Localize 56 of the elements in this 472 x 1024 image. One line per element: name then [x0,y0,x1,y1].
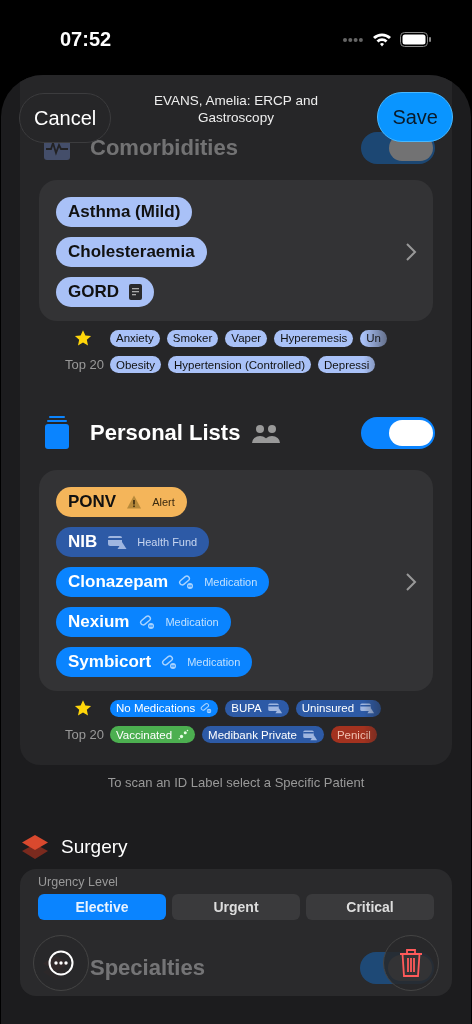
tag-chip[interactable]: Hyperemesis [274,329,354,347]
pill-icon [161,654,178,670]
window-title: EVANS, Amelia: ERCP and Gastroscopy [153,92,319,126]
toggle-switch[interactable] [361,132,435,164]
tag-chip[interactable]: Nexium Medication [56,607,231,637]
tag-chip[interactable]: NIB Health Fund [56,527,210,557]
more-icon [48,950,74,976]
tag-chip[interactable]: Vaper [225,329,268,347]
card-icon [266,702,283,714]
section-title: Surgery [61,836,128,858]
section-title: Personal Lists [90,420,241,446]
chevron-icon[interactable] [405,242,417,262]
tag-chip[interactable]: Anxiety [110,329,160,347]
signal-icon [342,36,364,43]
card-icon [359,702,376,714]
warning-icon [126,494,143,510]
sparkle-icon [177,728,190,741]
tag-chip[interactable]: BUPA [225,699,289,717]
tag-chip[interactable]: No Medications [110,699,219,717]
tag-chip[interactable]: Cholesteraemia [56,237,207,267]
tag-chip[interactable]: Uninsured [295,699,382,717]
tag-chip[interactable]: Asthma (Mild) [56,197,193,227]
star-icon [74,329,92,347]
tag-chip[interactable]: Symbicort Medication [56,647,253,677]
tag-chip[interactable]: GORD [56,277,154,307]
jar-icon [44,416,70,450]
quick-label: Top 20 [64,357,104,372]
card-icon [107,534,128,550]
people-icon [252,423,281,443]
tag-chip[interactable]: Hypertension (Controlled) [168,356,312,373]
pill-icon [200,702,213,714]
tag-chip[interactable]: Medibank Private [202,726,324,743]
quick-label: Top 20 [64,727,104,742]
card-icon [301,728,318,741]
battery-icon [400,32,432,47]
pill-icon [139,614,156,630]
trash-icon [399,948,423,978]
tag-chip[interactable]: Smoker [166,329,219,347]
field-label: Urgency Level [38,875,119,889]
layers-icon [21,834,49,860]
tag-chip[interactable]: Un [360,329,387,347]
wifi-icon [372,32,392,47]
tag-chip[interactable]: Clonazepam Medication [56,567,270,597]
toggle-switch[interactable] [361,417,435,449]
tag-chip[interactable]: Penicil [330,726,377,743]
clock-time: 07:52 [60,28,112,51]
section-title: Specialties [90,955,205,981]
scan-hint: To scan an ID Label select a Specific Patient [106,775,366,790]
tag-chip[interactable]: Depressi [318,356,376,373]
segment-tab[interactable]: Critical [306,894,434,920]
tag-chip[interactable]: Obesity [110,356,161,373]
tag-chip[interactable]: PONV Alert [56,487,187,517]
pill-icon [178,574,195,590]
chevron-icon[interactable] [405,572,417,592]
segment-tab[interactable]: Urgent [172,894,300,920]
star-icon [74,699,92,717]
